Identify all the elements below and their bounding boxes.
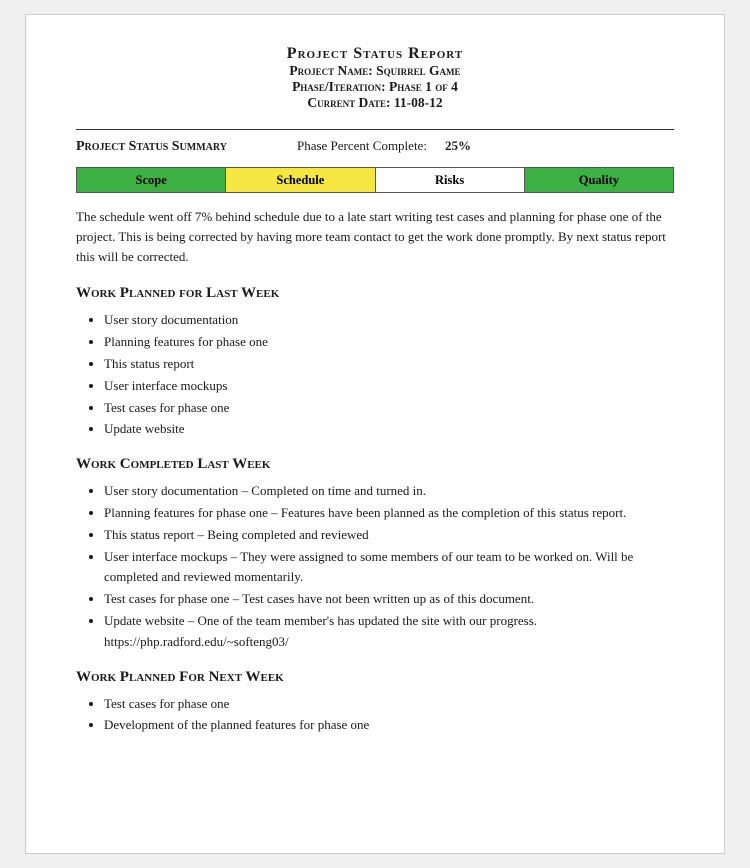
list-item: This status report – Being completed and… bbox=[104, 525, 674, 546]
work-completed-last-week-title: Work Completed Last Week bbox=[76, 456, 674, 473]
quality-label: Quality bbox=[579, 173, 619, 188]
schedule-label: Schedule bbox=[276, 173, 324, 188]
list-item: Planning features for phase one bbox=[104, 332, 674, 353]
work-planned-next-week-title: Work Planned For Next Week bbox=[76, 669, 674, 686]
status-summary-label: Project Status Summary bbox=[76, 139, 227, 155]
risks-label: Risks bbox=[435, 173, 464, 188]
list-item: This status report bbox=[104, 354, 674, 375]
list-item: User story documentation bbox=[104, 310, 674, 331]
list-item: User story documentation – Completed on … bbox=[104, 481, 674, 502]
schedule-cell: Schedule bbox=[226, 168, 375, 192]
report-header: Project Status Report Project Name: Squi… bbox=[76, 45, 674, 111]
list-item: User interface mockups bbox=[104, 376, 674, 397]
date-line: Current Date: 11-08-12 bbox=[76, 95, 674, 111]
phase-line: Phase/Iteration: Phase 1 of 4 bbox=[76, 79, 674, 95]
page: Project Status Report Project Name: Squi… bbox=[25, 14, 725, 854]
list-item: Update website bbox=[104, 419, 674, 440]
project-name-line: Project Name: Squirrel Game bbox=[76, 63, 674, 79]
list-item: User interface mockups – They were assig… bbox=[104, 547, 674, 589]
report-title: Project Status Report bbox=[76, 45, 674, 63]
list-item: Update website – One of the team member'… bbox=[104, 611, 674, 653]
risks-cell: Risks bbox=[376, 168, 525, 192]
quality-cell: Quality bbox=[525, 168, 673, 192]
list-item: Development of the planned features for … bbox=[104, 715, 674, 736]
phase-complete-label: Phase Percent Complete: bbox=[297, 138, 427, 154]
work-completed-last-week-list: User story documentation – Completed on … bbox=[104, 481, 674, 652]
scope-label: Scope bbox=[136, 173, 167, 188]
status-bar: Scope Schedule Risks Quality bbox=[76, 167, 674, 193]
work-planned-next-week-list: Test cases for phase one Development of … bbox=[104, 694, 674, 737]
list-item: Test cases for phase one bbox=[104, 398, 674, 419]
work-planned-last-week-list: User story documentation Planning featur… bbox=[104, 310, 674, 440]
scope-cell: Scope bbox=[77, 168, 226, 192]
phase-complete-value: 25% bbox=[445, 138, 471, 154]
schedule-description: The schedule went off 7% behind schedule… bbox=[76, 207, 674, 267]
work-planned-last-week-title: Work Planned for Last Week bbox=[76, 285, 674, 302]
header-divider bbox=[76, 129, 674, 130]
list-item: Planning features for phase one – Featur… bbox=[104, 503, 674, 524]
list-item: Test cases for phase one – Test cases ha… bbox=[104, 589, 674, 610]
list-item: Test cases for phase one bbox=[104, 694, 674, 715]
status-summary-row: Project Status Summary Phase Percent Com… bbox=[76, 138, 674, 155]
